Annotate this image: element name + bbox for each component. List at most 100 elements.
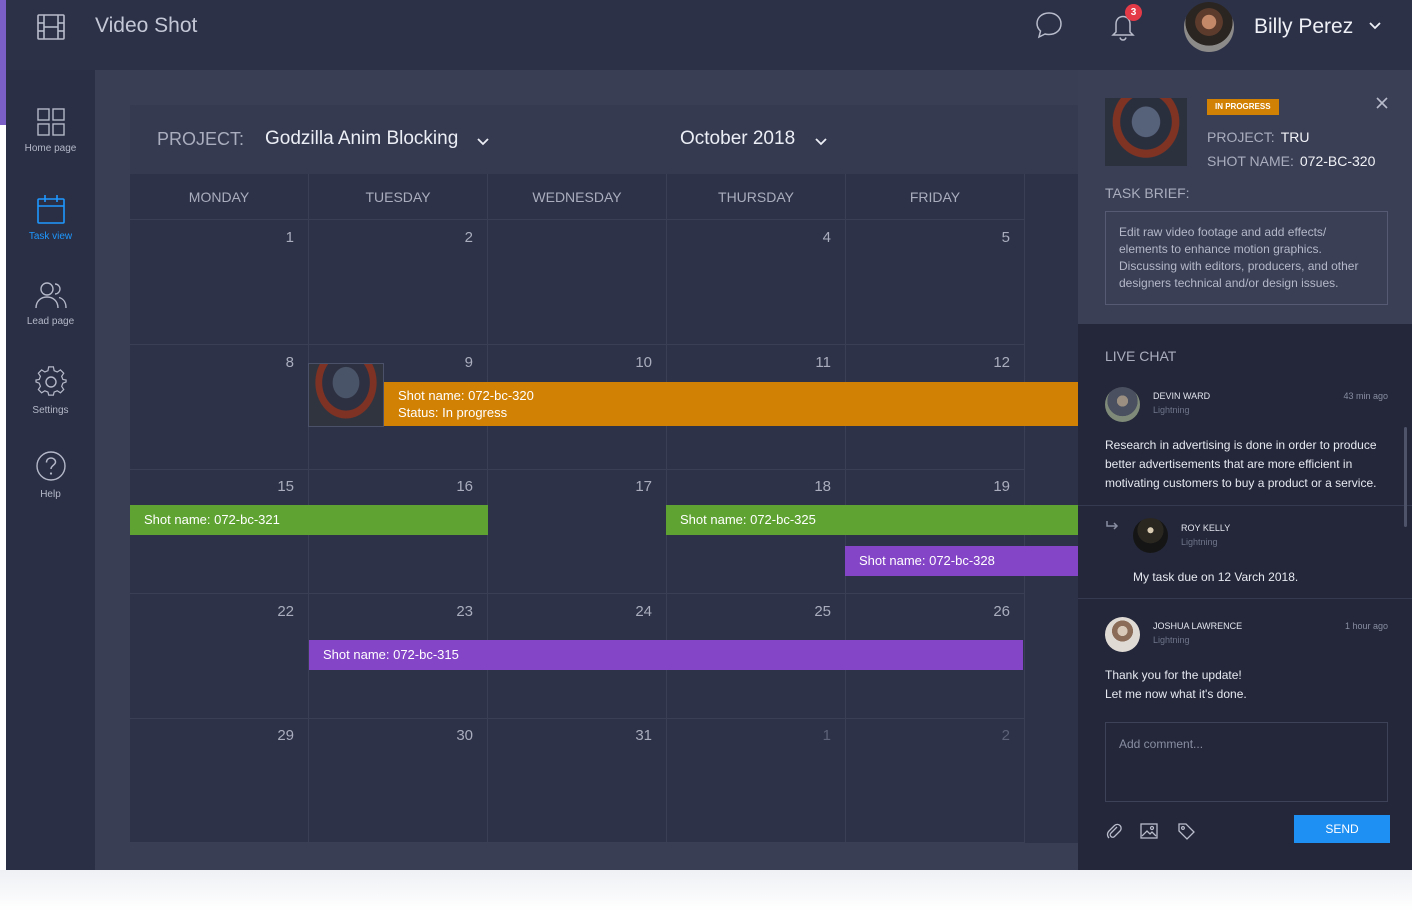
sidebar-item-home[interactable]: Home page: [6, 108, 95, 154]
day-number: 18: [814, 478, 831, 495]
comment-input[interactable]: Add comment...: [1105, 722, 1388, 802]
sidebar-item-label: Home page: [24, 143, 77, 154]
project-info-label: PROJECT:: [1207, 129, 1275, 145]
chat-author-role: Lightning: [1153, 635, 1190, 645]
help-icon: [35, 451, 66, 481]
day-number: 9: [464, 354, 473, 371]
day-header: THURSDAY: [667, 174, 846, 220]
day-number: 1: [822, 727, 831, 744]
sidebar-item-help[interactable]: Help: [6, 450, 95, 500]
film-icon[interactable]: [36, 12, 66, 42]
chevron-down-icon[interactable]: [476, 135, 490, 149]
tag-icon[interactable]: [1177, 822, 1195, 840]
calendar-panel: PROJECT: Godzilla Anim Blocking October …: [130, 105, 1090, 843]
calendar-day[interactable]: 5: [846, 220, 1025, 345]
chat-author-role: Lightning: [1153, 405, 1190, 415]
calendar-day[interactable]: 17: [488, 469, 667, 594]
calendar-day[interactable]: 2: [309, 220, 488, 345]
gear-icon: [34, 366, 67, 396]
close-icon[interactable]: [1375, 96, 1389, 110]
calendar-day[interactable]: [488, 220, 667, 345]
calendar-day[interactable]: 30: [309, 718, 488, 843]
project-info: PROJECT: TRU: [1207, 129, 1309, 145]
day-number: 16: [456, 478, 473, 495]
day-number: 4: [822, 229, 831, 246]
day-number: 8: [285, 354, 294, 371]
grid-icon: [36, 108, 65, 136]
image-icon[interactable]: [1140, 822, 1158, 840]
divider: [1078, 598, 1412, 599]
task-brief-section: IN PROGRESS PROJECT: TRU SHOT NAME: 072-BC…: [1078, 70, 1412, 324]
sidebar-item-label: Help: [40, 489, 61, 500]
shot-thumbnail: [1105, 98, 1187, 166]
calendar-event[interactable]: Shot name: 072-bc-328: [845, 546, 1090, 576]
calendar-event[interactable]: Shot name: 072-bc-320 Status: In progres…: [384, 382, 1090, 426]
users-icon: [34, 282, 67, 309]
avatar[interactable]: [1105, 387, 1140, 422]
calendar-event[interactable]: Shot name: 072-bc-321: [130, 505, 488, 535]
chevron-down-icon[interactable]: [814, 135, 828, 149]
avatar[interactable]: [1133, 518, 1168, 553]
chat-message: My task due on 12 Varch 2018.: [1133, 570, 1299, 584]
day-number: 19: [993, 478, 1010, 495]
day-number: 12: [993, 354, 1010, 371]
sidebar-item-settings[interactable]: Settings: [6, 366, 95, 416]
user-name[interactable]: Billy Perez: [1254, 15, 1353, 39]
paperclip-icon[interactable]: [1105, 822, 1123, 840]
calendar-day-other-month[interactable]: 1: [667, 718, 846, 843]
shot-info-value: 072-BC-320: [1299, 153, 1376, 169]
top-bar: Video Shot 3 Billy Perez: [6, 0, 1412, 70]
chat-author-role: Lightning: [1181, 537, 1218, 547]
calendar-day[interactable]: 29: [130, 718, 309, 843]
calendar-event[interactable]: Shot name: 072-bc-315: [309, 640, 1023, 670]
sidebar-item-lead-page[interactable]: Lead page: [6, 281, 95, 327]
chat-bubble-icon[interactable]: [1034, 10, 1064, 40]
calendar-header: PROJECT: Godzilla Anim Blocking October …: [130, 105, 1090, 174]
reply-arrow-icon: [1106, 521, 1119, 530]
calendar-day[interactable]: 22: [130, 594, 309, 719]
day-number: 24: [635, 603, 652, 620]
calendar-icon: [36, 195, 65, 224]
divider: [1078, 505, 1412, 506]
day-number: 2: [464, 229, 473, 246]
shot-thumbnail[interactable]: [308, 363, 384, 427]
sidebar-item-task-view[interactable]: Task view: [6, 194, 95, 242]
avatar[interactable]: [1105, 617, 1140, 652]
month-selector[interactable]: October 2018: [680, 128, 795, 150]
send-button[interactable]: SEND: [1294, 815, 1390, 843]
chat-timestamp: 1 hour ago: [1344, 621, 1388, 631]
page-footer-shade: [0, 870, 1412, 911]
sidebar-item-label: Settings: [32, 405, 69, 416]
task-brief-title: TASK BRIEF:: [1105, 185, 1190, 201]
day-number: 10: [635, 354, 652, 371]
calendar-day[interactable]: 1: [130, 220, 309, 345]
project-label: PROJECT:: [157, 129, 245, 149]
chat-message-line: Thank you for the update!: [1105, 668, 1242, 682]
chat-author: JOSHUA LAWRENCE: [1153, 621, 1243, 631]
sidebar-item-label: Lead page: [26, 316, 75, 327]
project-selector[interactable]: Godzilla Anim Blocking: [265, 128, 458, 150]
day-header: TUESDAY: [309, 174, 488, 220]
chat-author: ROY KELLY: [1181, 523, 1231, 533]
day-number: 31: [635, 727, 652, 744]
task-detail-panel: IN PROGRESS PROJECT: TRU SHOT NAME: 072-BC…: [1078, 70, 1412, 870]
calendar-day[interactable]: 31: [488, 718, 667, 843]
day-number: 22: [277, 603, 294, 620]
live-chat-title: LIVE CHAT: [1105, 348, 1177, 364]
calendar-event[interactable]: Shot name: 072-bc-325: [666, 505, 1090, 535]
chat-author: DEVIN WARD: [1153, 391, 1211, 401]
day-number: 1: [285, 229, 294, 246]
event-status: Status: In progress: [398, 405, 508, 420]
avatar[interactable]: [1184, 2, 1234, 52]
chevron-down-icon[interactable]: [1368, 19, 1382, 33]
day-header: MONDAY: [130, 174, 309, 220]
day-number: 11: [815, 354, 831, 371]
calendar-day[interactable]: 8: [130, 345, 309, 470]
day-number: 23: [456, 603, 473, 620]
day-number: 30: [456, 727, 473, 744]
calendar-day-other-month[interactable]: 2: [846, 718, 1025, 843]
calendar-day[interactable]: 4: [667, 220, 846, 345]
shot-info-label: SHOT NAME:: [1207, 153, 1294, 169]
chat-scrollbar[interactable]: [1404, 427, 1407, 527]
sidebar-item-label: Task view: [28, 231, 73, 242]
